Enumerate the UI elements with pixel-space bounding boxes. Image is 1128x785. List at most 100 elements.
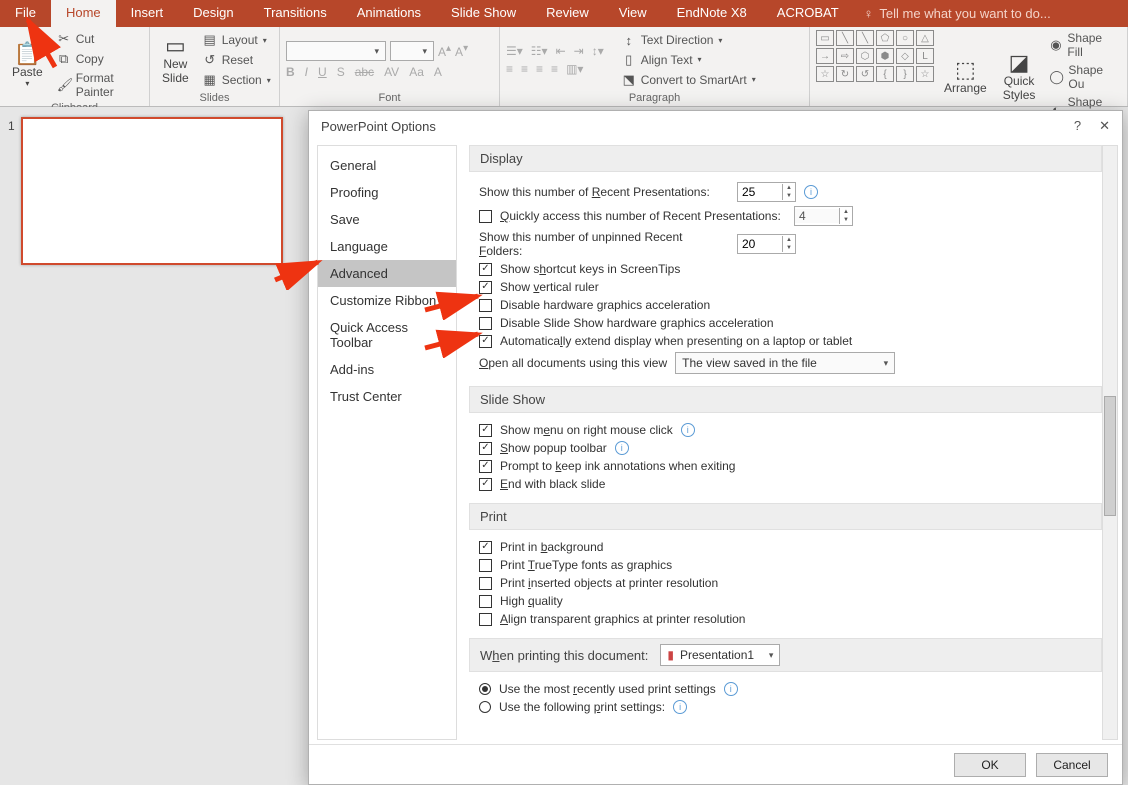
slide-thumbnail[interactable] [21,117,283,265]
layout-button[interactable]: ▤Layout▾ [199,31,275,49]
tab-review[interactable]: Review [531,0,604,27]
quick-access-checkbox[interactable] [479,210,492,223]
vertical-ruler-checkbox[interactable] [479,281,492,294]
info-icon[interactable]: i [724,682,738,696]
numbering-icon[interactable]: ☷▾ [531,44,548,58]
info-icon[interactable]: i [673,700,687,714]
tab-view[interactable]: View [604,0,662,27]
close-button[interactable]: ✕ [1099,118,1110,134]
shape-outline-button[interactable]: ◯Shape Ou [1045,62,1121,92]
tab-acrobat[interactable]: ACROBAT [762,0,854,27]
font-family-combo[interactable]: ▾ [286,41,386,61]
font-grow-icon[interactable]: A▴ [438,43,451,59]
disable-ss-hw-label: Disable Slide Show hardware graphics acc… [500,316,774,330]
tab-transitions[interactable]: Transitions [249,0,342,27]
tell-me[interactable]: ♀ Tell me what you want to do... [854,0,1061,27]
disable-hw-checkbox[interactable] [479,299,492,312]
font-shrink-icon[interactable]: A▾ [455,43,468,59]
cancel-button[interactable]: Cancel [1036,753,1108,777]
tab-endnote[interactable]: EndNote X8 [662,0,762,27]
cut-button[interactable]: ✂Cut [53,30,143,48]
unpinned-folders-spin[interactable]: ▲▼ [737,234,796,254]
end-black-checkbox[interactable] [479,478,492,491]
scrollbar[interactable] [1102,145,1118,740]
nav-trust-center[interactable]: Trust Center [318,383,456,410]
reset-button[interactable]: ↺Reset [199,51,275,69]
bullets-icon[interactable]: ☰▾ [506,44,523,58]
font-color-button[interactable]: A [434,65,442,79]
format-painter-button[interactable]: 🖌Format Painter [53,70,143,100]
shadow-button[interactable]: S [337,65,345,79]
align-left-icon[interactable]: ≡ [506,62,513,76]
disable-ss-hw-checkbox[interactable] [479,317,492,330]
use-recent-radio[interactable] [479,683,491,695]
info-icon[interactable]: i [681,423,695,437]
recent-presentations-label: Show this number of Recent Presentations… [479,185,729,199]
align-right-icon[interactable]: ≡ [536,62,543,76]
convert-smartart-button[interactable]: ⬔Convert to SmartArt▾ [618,71,760,89]
print-background-checkbox[interactable] [479,541,492,554]
nav-advanced[interactable]: Advanced [318,260,456,287]
high-quality-checkbox[interactable] [479,595,492,608]
copy-button[interactable]: ⧉Copy [53,50,143,68]
inserted-objects-checkbox[interactable] [479,577,492,590]
tab-home[interactable]: Home [51,0,116,27]
shape-fill-button[interactable]: ◉Shape Fill [1045,30,1121,60]
auto-extend-checkbox[interactable] [479,335,492,348]
recent-presentations-spin[interactable]: ▲▼ [737,182,796,202]
section-button[interactable]: ▦Section▾ [199,71,275,89]
italic-button[interactable]: I [305,65,308,79]
align-text-icon: ▯ [622,52,636,68]
paste-button[interactable]: 📋 Paste ▾ [6,30,49,100]
shortcut-keys-checkbox[interactable] [479,263,492,276]
spacing-button[interactable]: AV [384,65,399,79]
tell-me-text: Tell me what you want to do... [879,6,1050,21]
info-icon[interactable]: i [804,185,818,199]
tab-design[interactable]: Design [178,0,248,27]
text-direction-button[interactable]: ↕Text Direction▾ [618,32,760,49]
underline-button[interactable]: U [318,65,327,79]
tab-file[interactable]: File [0,0,51,27]
indent-inc-icon[interactable]: ⇥ [574,44,584,58]
font-size-combo[interactable]: ▾ [390,41,434,61]
nav-general[interactable]: General [318,152,456,179]
unpinned-folders-input[interactable] [738,237,782,251]
open-view-combo[interactable]: The view saved in the file▾ [675,352,895,374]
end-black-label: End with black slide [500,477,605,491]
strike-button[interactable]: abc [355,65,374,79]
tab-slide-show[interactable]: Slide Show [436,0,531,27]
popup-toolbar-label: Show popup toolbar [500,441,607,455]
help-button[interactable]: ? [1074,118,1081,134]
use-following-radio[interactable] [479,701,491,713]
when-printing-combo[interactable]: ▮Presentation1▾ [660,644,780,666]
tab-animations[interactable]: Animations [342,0,436,27]
case-button[interactable]: Aa [409,65,424,79]
truetype-checkbox[interactable] [479,559,492,572]
columns-icon[interactable]: ▥▾ [566,62,583,76]
tab-insert[interactable]: Insert [116,0,179,27]
info-icon[interactable]: i [615,441,629,455]
ok-button[interactable]: OK [954,753,1026,777]
recent-presentations-input[interactable] [738,185,782,199]
nav-save[interactable]: Save [318,206,456,233]
right-click-menu-checkbox[interactable] [479,424,492,437]
reset-label: Reset [222,53,253,67]
scrollbar-thumb[interactable] [1104,396,1116,516]
align-transparent-checkbox[interactable] [479,613,492,626]
align-text-button[interactable]: ▯Align Text▾ [618,51,760,69]
line-spacing-icon[interactable]: ↕▾ [592,44,604,58]
nav-proofing[interactable]: Proofing [318,179,456,206]
nav-add-ins[interactable]: Add-ins [318,356,456,383]
nav-language[interactable]: Language [318,233,456,260]
vertical-ruler-label: Show vertical ruler [500,280,599,294]
shape-fill-icon: ◉ [1049,37,1062,53]
new-slide-button[interactable]: ▭ New Slide [156,30,195,90]
indent-dec-icon[interactable]: ⇤ [556,44,566,58]
bold-button[interactable]: B [286,65,295,79]
justify-icon[interactable]: ≡ [551,62,558,76]
popup-toolbar-checkbox[interactable] [479,442,492,455]
nav-quick-access-toolbar[interactable]: Quick Access Toolbar [318,314,456,356]
prompt-ink-checkbox[interactable] [479,460,492,473]
nav-customize-ribbon[interactable]: Customize Ribbon [318,287,456,314]
align-center-icon[interactable]: ≡ [521,62,528,76]
